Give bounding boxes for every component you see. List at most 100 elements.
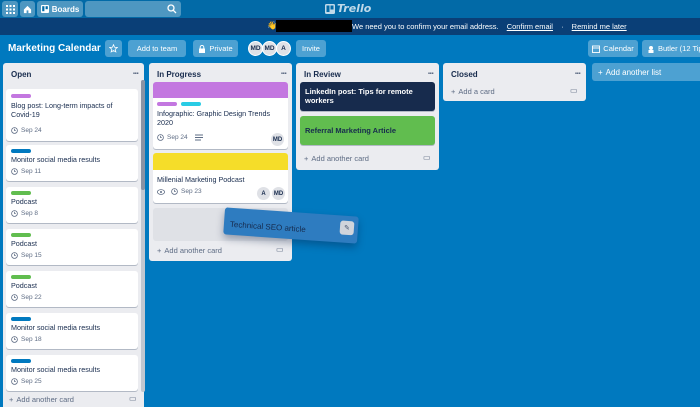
list-menu-button[interactable]: ...	[575, 66, 581, 77]
trello-logo-text: Trello	[337, 2, 372, 15]
home-icon	[23, 5, 32, 13]
invite-button[interactable]: Invite	[296, 40, 326, 57]
list-title[interactable]: In Review	[304, 70, 341, 79]
calendar-icon	[592, 45, 601, 53]
card-title: Monitor social media results	[11, 155, 101, 164]
card[interactable]: Infographic: Graphic Design Trends 2020 …	[153, 82, 288, 149]
due-date: Sep 25	[21, 378, 42, 385]
trello-logo[interactable]: Trello	[325, 2, 371, 15]
confirm-email-link[interactable]: Confirm email	[507, 22, 553, 31]
clock-icon	[11, 336, 18, 343]
clock-icon	[171, 188, 178, 195]
board-title[interactable]: Marketing Calendar	[8, 43, 101, 54]
add-card-button[interactable]: + Add another card	[9, 395, 74, 404]
add-card-label: Add a card	[458, 87, 495, 96]
search-input[interactable]	[85, 1, 181, 17]
card-title: Technical SEO article	[229, 219, 307, 235]
list-title[interactable]: Open	[11, 70, 31, 79]
plus-icon: +	[304, 154, 309, 163]
list-scrollbar-thumb[interactable]	[141, 80, 145, 190]
due-date: Sep 24	[167, 134, 188, 141]
watch-eye-icon	[157, 188, 165, 195]
list-closed: Closed ... + Add a card ▭	[443, 63, 586, 101]
list-title[interactable]: In Progress	[157, 70, 201, 79]
list-menu-button[interactable]: ...	[281, 66, 287, 77]
star-button[interactable]	[105, 40, 122, 57]
member-avatar[interactable]: MD	[262, 41, 277, 56]
apps-button[interactable]	[2, 1, 18, 17]
banner-message: We need you to confirm your email addres…	[352, 22, 499, 31]
member-avatar[interactable]: A	[276, 41, 291, 56]
home-button[interactable]	[20, 1, 35, 17]
clock-icon	[11, 168, 18, 175]
apps-grid-icon	[5, 4, 15, 14]
member-avatar[interactable]: MD	[271, 133, 284, 146]
due-date: Sep 8	[21, 210, 38, 217]
due-date: Sep 24	[21, 127, 42, 134]
confirm-email-banner: 👋 We need you to confirm your email addr…	[0, 18, 700, 35]
member-avatar[interactable]: MD	[272, 187, 285, 200]
trello-logo-icon	[325, 3, 335, 14]
add-list-label: Add another list	[605, 67, 662, 77]
card[interactable]: Monitor social media results Sep 25	[6, 355, 138, 391]
search-icon	[167, 4, 177, 14]
visibility-button[interactable]: Private	[193, 40, 238, 57]
card[interactable]: Millenial Marketing Podcast Sep 23 A MD	[153, 153, 288, 203]
card-title: Monitor social media results	[11, 365, 101, 374]
add-card-button[interactable]: + Add another card	[304, 154, 369, 163]
remind-me-later-link[interactable]: Remind me later	[572, 22, 627, 31]
card-label	[157, 102, 177, 106]
description-icon	[194, 134, 203, 141]
calendar-label: Calendar	[603, 44, 634, 53]
card[interactable]: Monitor social media results Sep 18	[6, 313, 138, 349]
card-label	[11, 94, 31, 98]
card[interactable]: Monitor social media results Sep 11	[6, 145, 138, 181]
add-card-button[interactable]: + Add a card	[451, 87, 495, 96]
banner-message-row: We need you to confirm your email addres…	[352, 22, 627, 31]
card-title: Podcast	[11, 239, 37, 248]
butler-button[interactable]: Butler (12 Tips)	[642, 40, 700, 57]
card-template-icon[interactable]: ▭	[129, 394, 137, 403]
boards-button[interactable]: Boards	[37, 1, 83, 17]
card[interactable]: Podcast Sep 22	[6, 271, 138, 307]
add-list-button[interactable]: + Add another list	[592, 63, 700, 81]
add-to-team-button[interactable]: Add to team	[128, 40, 186, 57]
member-avatar[interactable]: A	[257, 187, 270, 200]
top-nav: Boards Trello	[0, 0, 700, 18]
clock-icon	[11, 378, 18, 385]
card-title: Millenial Marketing Podcast	[157, 175, 245, 184]
clock-icon	[11, 294, 18, 301]
due-date-badge: Sep 25	[11, 378, 42, 385]
card-title: Podcast	[11, 281, 37, 290]
card[interactable]: LinkedIn post: Tips for remote workers	[300, 82, 435, 111]
list-menu-button[interactable]: ...	[428, 66, 434, 77]
edit-pencil-icon[interactable]: ✎	[339, 220, 355, 236]
butler-icon	[648, 45, 654, 53]
card[interactable]: Podcast Sep 8	[6, 187, 138, 223]
due-date: Sep 23	[181, 188, 202, 195]
clock-icon	[11, 252, 18, 259]
card-label	[11, 149, 31, 153]
redacted-block	[276, 20, 352, 32]
list-in-review: In Review ... LinkedIn post: Tips for re…	[296, 63, 439, 170]
card-template-icon[interactable]: ▭	[570, 86, 578, 95]
card[interactable]: Podcast Sep 15	[6, 229, 138, 265]
card-template-icon[interactable]: ▭	[276, 245, 284, 254]
plus-icon: +	[157, 246, 162, 255]
list-open: Open ... Blog post: Long-term impacts of…	[3, 63, 144, 407]
add-card-button[interactable]: + Add another card	[157, 246, 222, 255]
list-menu-button[interactable]: ...	[133, 66, 139, 77]
due-date-badge: Sep 11	[11, 168, 41, 175]
member-avatar[interactable]: MD	[248, 41, 263, 56]
clock-icon	[11, 210, 18, 217]
star-icon	[109, 44, 118, 53]
card-label	[11, 233, 31, 237]
due-date: Sep 15	[21, 252, 42, 259]
card-cover	[153, 82, 288, 98]
list-title[interactable]: Closed	[451, 70, 478, 79]
card[interactable]: Referral Marketing Article	[300, 116, 435, 145]
card-title: Referral Marketing Article	[305, 126, 397, 135]
calendar-button[interactable]: Calendar	[588, 40, 638, 57]
card[interactable]: Blog post: Long-term impacts of Covid-19…	[6, 89, 138, 141]
card-template-icon[interactable]: ▭	[423, 153, 431, 162]
